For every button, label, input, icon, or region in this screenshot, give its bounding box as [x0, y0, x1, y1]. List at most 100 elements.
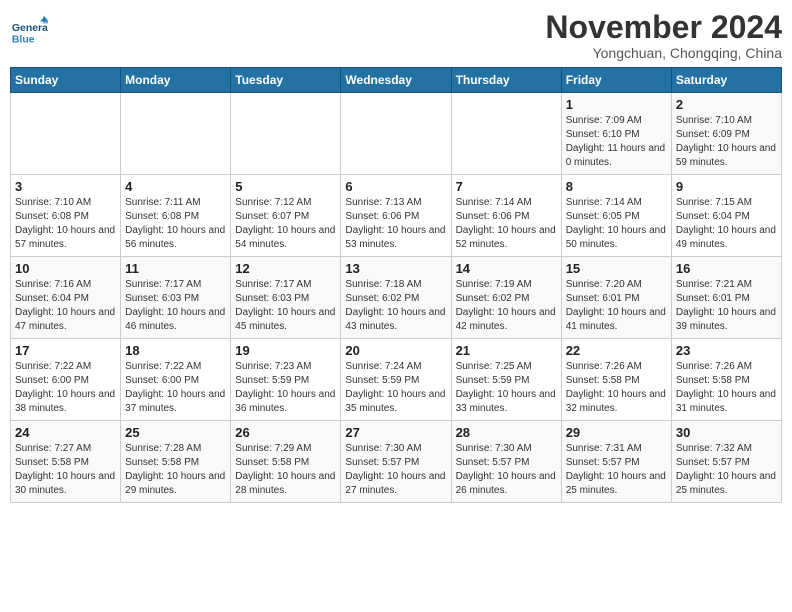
calendar-day-cell: 14Sunrise: 7:19 AM Sunset: 6:02 PM Dayli… [451, 257, 561, 339]
calendar-day-cell: 25 Sunrise: 7:28 AM Sunset: 5:58 PM Dayli… [121, 421, 231, 503]
calendar-week-row: 24 Sunrise: 7:27 AM Sunset: 5:58 PM Dayli… [11, 421, 782, 503]
day-number: 3 [15, 179, 116, 194]
calendar-day-cell: 10 Sunrise: 7:16 AM Sunset: 6:04 PM Dayli… [11, 257, 121, 339]
weekday-header: Wednesday [341, 68, 451, 93]
day-info: Sunrise: 7:30 AM Sunset: 5:57 PM Dayligh… [456, 442, 557, 498]
calendar-day-cell [341, 93, 451, 175]
day-number: 26 [235, 425, 336, 440]
month-title: November 2024 [545, 10, 782, 45]
day-info: Sunrise: 7:16 AM Sunset: 6:04 PM Dayligh… [15, 278, 116, 334]
calendar-day-cell: 26 Sunrise: 7:29 AM Sunset: 5:58 PM Dayli… [231, 421, 341, 503]
day-info: Sunrise: 7:17 AM Sunset: 6:03 PM Dayligh… [125, 278, 226, 334]
day-number: 14 [456, 261, 557, 276]
calendar-day-cell [451, 93, 561, 175]
calendar-day-cell: 21Sunrise: 7:25 AM Sunset: 5:59 PM Dayli… [451, 339, 561, 421]
calendar-body: 1Sunrise: 7:09 AM Sunset: 6:10 PM Daylig… [11, 93, 782, 503]
day-number: 18 [125, 343, 226, 358]
day-info: Sunrise: 7:13 AM Sunset: 6:06 PM Dayligh… [345, 196, 446, 252]
day-number: 19 [235, 343, 336, 358]
day-number: 9 [676, 179, 777, 194]
weekday-header: Tuesday [231, 68, 341, 93]
weekday-header: Saturday [671, 68, 781, 93]
svg-text:General: General [12, 23, 48, 34]
calendar-day-cell: 4 Sunrise: 7:11 AM Sunset: 6:08 PM Daylig… [121, 175, 231, 257]
calendar-day-cell: 12 Sunrise: 7:17 AM Sunset: 6:03 PM Dayli… [231, 257, 341, 339]
day-number: 15 [566, 261, 667, 276]
day-number: 13 [345, 261, 446, 276]
day-info: Sunrise: 7:28 AM Sunset: 5:58 PM Dayligh… [125, 442, 226, 498]
day-number: 30 [676, 425, 777, 440]
calendar-week-row: 3 Sunrise: 7:10 AM Sunset: 6:08 PM Daylig… [11, 175, 782, 257]
day-info: Sunrise: 7:10 AM Sunset: 6:08 PM Dayligh… [15, 196, 116, 252]
weekday-header: Thursday [451, 68, 561, 93]
day-info: Sunrise: 7:10 AM Sunset: 6:09 PM Dayligh… [676, 114, 777, 170]
page-header: General Blue November 2024 Yongchuan, Ch… [10, 10, 782, 61]
day-number: 7 [456, 179, 557, 194]
calendar-day-cell: 23Sunrise: 7:26 AM Sunset: 5:58 PM Dayli… [671, 339, 781, 421]
day-info: Sunrise: 7:12 AM Sunset: 6:07 PM Dayligh… [235, 196, 336, 252]
day-info: Sunrise: 7:26 AM Sunset: 5:58 PM Dayligh… [676, 360, 777, 416]
day-info: Sunrise: 7:11 AM Sunset: 6:08 PM Dayligh… [125, 196, 226, 252]
calendar-day-cell: 13 Sunrise: 7:18 AM Sunset: 6:02 PM Dayli… [341, 257, 451, 339]
day-info: Sunrise: 7:26 AM Sunset: 5:58 PM Dayligh… [566, 360, 667, 416]
calendar-week-row: 17 Sunrise: 7:22 AM Sunset: 6:00 PM Dayli… [11, 339, 782, 421]
calendar-day-cell: 19Sunrise: 7:23 AM Sunset: 5:59 PM Dayli… [231, 339, 341, 421]
day-number: 27 [345, 425, 446, 440]
day-number: 17 [15, 343, 116, 358]
day-info: Sunrise: 7:30 AM Sunset: 5:57 PM Dayligh… [345, 442, 446, 498]
day-number: 8 [566, 179, 667, 194]
calendar-day-cell: 1Sunrise: 7:09 AM Sunset: 6:10 PM Daylig… [561, 93, 671, 175]
calendar-day-cell: 3 Sunrise: 7:10 AM Sunset: 6:08 PM Daylig… [11, 175, 121, 257]
location-subtitle: Yongchuan, Chongqing, China [545, 45, 782, 61]
day-number: 4 [125, 179, 226, 194]
day-info: Sunrise: 7:15 AM Sunset: 6:04 PM Dayligh… [676, 196, 777, 252]
calendar-day-cell: 24 Sunrise: 7:27 AM Sunset: 5:58 PM Dayli… [11, 421, 121, 503]
day-info: Sunrise: 7:24 AM Sunset: 5:59 PM Dayligh… [345, 360, 446, 416]
day-info: Sunrise: 7:25 AM Sunset: 5:59 PM Dayligh… [456, 360, 557, 416]
day-number: 28 [456, 425, 557, 440]
day-number: 11 [125, 261, 226, 276]
day-number: 2 [676, 97, 777, 112]
day-info: Sunrise: 7:14 AM Sunset: 6:05 PM Dayligh… [566, 196, 667, 252]
calendar-day-cell: 27 Sunrise: 7:30 AM Sunset: 5:57 PM Dayli… [341, 421, 451, 503]
day-info: Sunrise: 7:31 AM Sunset: 5:57 PM Dayligh… [566, 442, 667, 498]
day-number: 12 [235, 261, 336, 276]
calendar-day-cell [11, 93, 121, 175]
weekday-header: Sunday [11, 68, 121, 93]
day-number: 6 [345, 179, 446, 194]
title-block: November 2024 Yongchuan, Chongqing, Chin… [545, 10, 782, 61]
day-number: 24 [15, 425, 116, 440]
weekday-header: Monday [121, 68, 231, 93]
day-number: 5 [235, 179, 336, 194]
day-info: Sunrise: 7:22 AM Sunset: 6:00 PM Dayligh… [125, 360, 226, 416]
logo: General Blue [10, 14, 52, 52]
calendar-header-row: SundayMondayTuesdayWednesdayThursdayFrid… [11, 68, 782, 93]
calendar-day-cell: 5 Sunrise: 7:12 AM Sunset: 6:07 PM Daylig… [231, 175, 341, 257]
day-number: 20 [345, 343, 446, 358]
calendar-day-cell: 29 Sunrise: 7:31 AM Sunset: 5:57 PM Dayli… [561, 421, 671, 503]
day-info: Sunrise: 7:22 AM Sunset: 6:00 PM Dayligh… [15, 360, 116, 416]
day-info: Sunrise: 7:27 AM Sunset: 5:58 PM Dayligh… [15, 442, 116, 498]
calendar-day-cell: 11 Sunrise: 7:17 AM Sunset: 6:03 PM Dayli… [121, 257, 231, 339]
day-info: Sunrise: 7:14 AM Sunset: 6:06 PM Dayligh… [456, 196, 557, 252]
day-info: Sunrise: 7:17 AM Sunset: 6:03 PM Dayligh… [235, 278, 336, 334]
day-number: 16 [676, 261, 777, 276]
svg-text:Blue: Blue [12, 35, 35, 46]
day-info: Sunrise: 7:09 AM Sunset: 6:10 PM Dayligh… [566, 114, 667, 170]
calendar-day-cell: 28 Sunrise: 7:30 AM Sunset: 5:57 PM Dayli… [451, 421, 561, 503]
calendar-week-row: 1Sunrise: 7:09 AM Sunset: 6:10 PM Daylig… [11, 93, 782, 175]
calendar-day-cell [121, 93, 231, 175]
calendar-day-cell: 30 Sunrise: 7:32 AM Sunset: 5:57 PM Dayli… [671, 421, 781, 503]
day-number: 25 [125, 425, 226, 440]
day-info: Sunrise: 7:29 AM Sunset: 5:58 PM Dayligh… [235, 442, 336, 498]
calendar-day-cell: 18 Sunrise: 7:22 AM Sunset: 6:00 PM Dayli… [121, 339, 231, 421]
day-info: Sunrise: 7:20 AM Sunset: 6:01 PM Dayligh… [566, 278, 667, 334]
day-info: Sunrise: 7:32 AM Sunset: 5:57 PM Dayligh… [676, 442, 777, 498]
calendar-day-cell: 8 Sunrise: 7:14 AM Sunset: 6:05 PM Daylig… [561, 175, 671, 257]
day-info: Sunrise: 7:21 AM Sunset: 6:01 PM Dayligh… [676, 278, 777, 334]
calendar-day-cell: 15 Sunrise: 7:20 AM Sunset: 6:01 PM Dayli… [561, 257, 671, 339]
day-info: Sunrise: 7:18 AM Sunset: 6:02 PM Dayligh… [345, 278, 446, 334]
day-number: 10 [15, 261, 116, 276]
day-number: 29 [566, 425, 667, 440]
calendar-day-cell: 6 Sunrise: 7:13 AM Sunset: 6:06 PM Daylig… [341, 175, 451, 257]
